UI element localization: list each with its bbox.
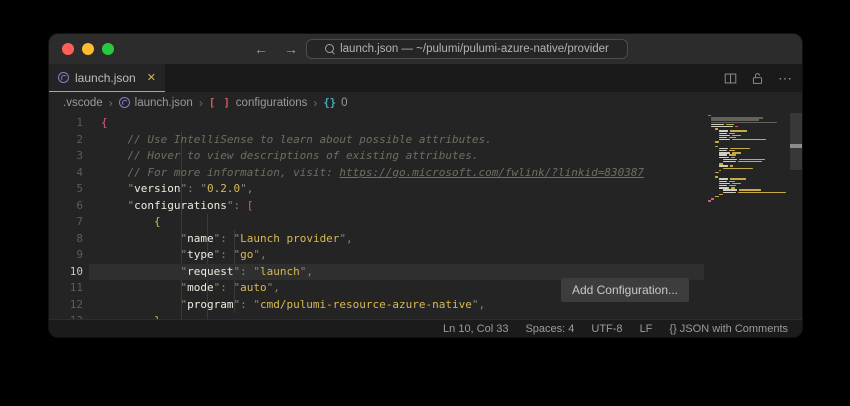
tab-launch-json[interactable]: launch.json ✕ [49, 64, 165, 92]
code-text: "name": "Launch provider", [101, 232, 353, 245]
vscode-window: ← → launch.json — ~/pulumi/pulumi-azure-… [48, 33, 803, 338]
code-line-5[interactable]: 5 "version": "0.2.0", [49, 181, 802, 198]
code-text: "type": "go", [101, 248, 267, 261]
line-number: 10 [49, 264, 83, 281]
breadcrumb-item--vscode[interactable]: .vscode [63, 97, 103, 109]
code-text: "mode": "auto", [101, 281, 280, 294]
editor-pane[interactable]: 1{2 // Use IntelliSense to learn about p… [49, 113, 802, 319]
traffic-lights [62, 43, 114, 55]
breadcrumb-separator-icon: › [199, 96, 203, 110]
status-item--json-with-comments[interactable]: {} JSON with Comments [669, 323, 788, 335]
array-symbol-icon: [ ] [209, 97, 231, 109]
line-number: 1 [49, 115, 83, 132]
split-editor-icon[interactable] [724, 72, 737, 85]
search-icon [325, 44, 335, 54]
line-number: 11 [49, 280, 83, 297]
zoom-window-button[interactable] [102, 43, 114, 55]
code-text: // Hover to view descriptions of existin… [101, 149, 479, 162]
line-number: 9 [49, 247, 83, 264]
close-tab-icon[interactable]: ✕ [147, 71, 156, 84]
code-line-4[interactable]: 4 // For more information, visit: https:… [49, 165, 802, 182]
breadcrumb-label: 0 [341, 97, 347, 109]
code-text: { [101, 215, 161, 228]
json-file-icon [119, 97, 130, 108]
overview-ruler-marker [790, 144, 802, 148]
status-item-ln-10-col-33[interactable]: Ln 10, Col 33 [443, 323, 508, 335]
code-line-10[interactable]: 10 "request": "launch", [49, 264, 802, 281]
command-center-search[interactable]: launch.json — ~/pulumi/pulumi-azure-nati… [306, 39, 628, 59]
code-line-2[interactable]: 2 // Use IntelliSense to learn about pos… [49, 132, 802, 149]
code-text: "program": "cmd/pulumi-resource-azure-na… [101, 298, 485, 311]
minimap[interactable] [706, 115, 788, 203]
breadcrumb: .vscode › launch.json › [ ] configurations › {}… [49, 92, 802, 113]
status-item-lf[interactable]: LF [640, 323, 653, 335]
line-number: 7 [49, 214, 83, 231]
window-title-text: launch.json — ~/pulumi/pulumi-azure-nati… [340, 43, 609, 55]
tab-bar: launch.json ✕ ⋯ [49, 64, 802, 92]
titlebar: ← → launch.json — ~/pulumi/pulumi-azure-… [49, 34, 802, 64]
breadcrumb-separator-icon: › [313, 96, 317, 110]
breadcrumb-item-launch-json[interactable]: launch.json [119, 97, 193, 109]
history-forward-icon[interactable]: → [284, 41, 298, 57]
line-number: 4 [49, 165, 83, 182]
code-line-8[interactable]: 8 "name": "Launch provider", [49, 231, 802, 248]
code-line-11[interactable]: 11 "mode": "auto", [49, 280, 802, 297]
close-window-button[interactable] [62, 43, 74, 55]
line-number: 3 [49, 148, 83, 165]
status-item-spaces-4[interactable]: Spaces: 4 [525, 323, 574, 335]
code-line-6[interactable]: 6 "configurations": [ [49, 198, 802, 215]
minimize-window-button[interactable] [82, 43, 94, 55]
object-symbol-icon: {} [323, 97, 336, 109]
line-number: 5 [49, 181, 83, 198]
code-lines: 1{2 // Use IntelliSense to learn about p… [49, 115, 802, 319]
scrollbar-thumb[interactable] [790, 113, 802, 170]
code-line-7[interactable]: 7 { [49, 214, 802, 231]
code-text: "version": "0.2.0", [101, 182, 253, 195]
json-file-icon [58, 72, 69, 83]
breadcrumb-item-configurations[interactable]: [ ] configurations [209, 97, 308, 109]
code-line-3[interactable]: 3 // Hover to view descriptions of exist… [49, 148, 802, 165]
line-number: 8 [49, 231, 83, 248]
status-item-utf-8[interactable]: UTF-8 [591, 323, 622, 335]
unlock-icon[interactable] [751, 72, 764, 85]
code-line-1[interactable]: 1{ [49, 115, 802, 132]
line-number: 2 [49, 132, 83, 149]
code-line-12[interactable]: 12 "program": "cmd/pulumi-resource-azure… [49, 297, 802, 314]
code-text: { [101, 116, 108, 129]
breadcrumb-label: .vscode [63, 97, 103, 109]
history-back-icon[interactable]: ← [254, 41, 268, 57]
tab-label: launch.json [75, 71, 141, 85]
breadcrumb-label: launch.json [135, 97, 193, 109]
code-text: "request": "launch", [101, 265, 313, 278]
more-actions-icon[interactable]: ⋯ [778, 70, 792, 87]
add-configuration-button[interactable]: Add Configuration... [561, 278, 689, 302]
breadcrumb-separator-icon: › [109, 96, 113, 110]
vertical-scrollbar[interactable] [789, 113, 802, 319]
code-text: "configurations": [ [101, 199, 253, 212]
code-text: // Use IntelliSense to learn about possi… [101, 133, 492, 146]
breadcrumb-item-0[interactable]: {} 0 [323, 97, 347, 109]
line-number: 6 [49, 198, 83, 215]
status-bar: Ln 10, Col 33 Spaces: 4 UTF-8 LF {} JSON wit… [49, 319, 802, 337]
line-number: 12 [49, 297, 83, 314]
code-line-9[interactable]: 9 "type": "go", [49, 247, 802, 264]
code-text: // For more information, visit: https://… [101, 166, 644, 179]
breadcrumb-label: configurations [236, 97, 308, 109]
